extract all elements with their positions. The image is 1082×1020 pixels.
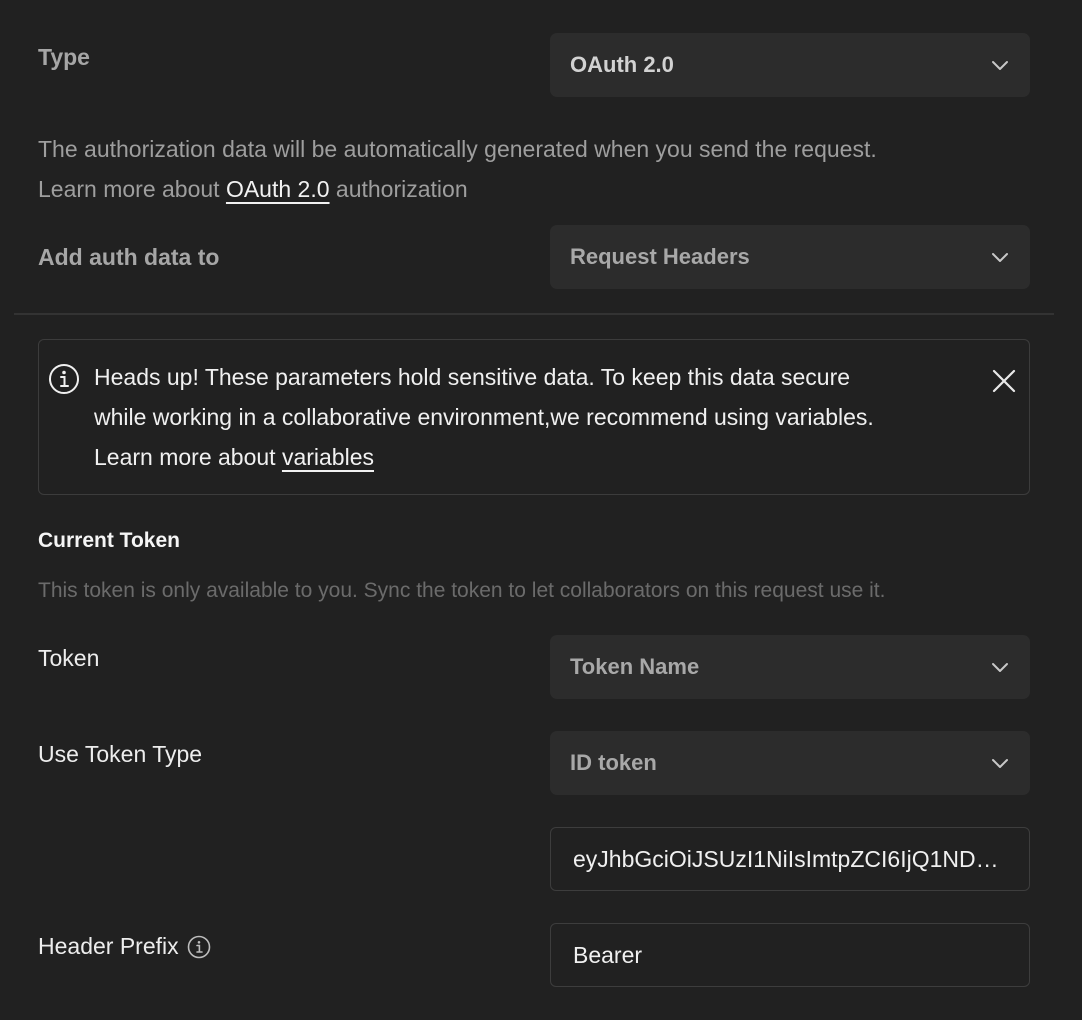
auth-description-line1: The authorization data will be automatic… (38, 136, 877, 162)
header-prefix-value: Bearer (573, 941, 643, 968)
variables-doc-link[interactable]: variables (282, 444, 374, 470)
learn-more-prefix: Learn more about (38, 176, 226, 202)
chevron-down-icon (992, 759, 1008, 768)
token-select-value: Token Name (570, 654, 700, 679)
add-auth-data-value: Request Headers (570, 244, 750, 269)
token-type-select[interactable]: ID token (550, 731, 1030, 795)
type-label: Type (38, 44, 90, 70)
token-label: Token (38, 645, 100, 671)
sensitive-data-alert: Heads up! These parameters hold sensitiv… (38, 339, 1030, 495)
add-auth-data-select[interactable]: Request Headers (550, 225, 1030, 289)
access-token-value: eyJhbGciOiJSUzI1NiIsImtpZCI6IjQ1NDE2NDk4… (573, 845, 1007, 872)
auth-description: The authorization data will be automatic… (38, 129, 877, 209)
access-token-field[interactable]: eyJhbGciOiJSUzI1NiIsImtpZCI6IjQ1NDE2NDk4… (550, 827, 1030, 891)
section-divider (14, 313, 1054, 315)
token-type-label: Use Token Type (38, 741, 203, 767)
alert-line3: Learn more about variables (94, 437, 874, 477)
token-select[interactable]: Token Name (550, 635, 1030, 699)
info-icon[interactable] (187, 935, 211, 959)
header-prefix-label: Header Prefix (38, 933, 179, 959)
type-select-value: OAuth 2.0 (570, 52, 674, 77)
oauth-auth-panel: Type OAuth 2.0 The authorization data wi… (0, 0, 1082, 1020)
header-prefix-label-group: Header Prefix (38, 933, 211, 960)
alert-line1: Heads up! These parameters hold sensitiv… (94, 364, 851, 390)
alert-message: Heads up! These parameters hold sensitiv… (94, 357, 874, 477)
close-icon[interactable] (991, 368, 1017, 394)
current-token-hint: This token is only available to you. Syn… (38, 579, 886, 602)
header-prefix-input[interactable]: Bearer (550, 923, 1030, 987)
learn-more-suffix: authorization (329, 176, 468, 202)
auth-description-line2: Learn more about OAuth 2.0 authorization (38, 169, 877, 209)
token-type-select-value: ID token (570, 750, 657, 775)
current-token-heading: Current Token (38, 529, 180, 552)
oauth-doc-link[interactable]: OAuth 2.0 (226, 176, 330, 202)
info-icon (49, 364, 79, 394)
chevron-down-icon (992, 253, 1008, 262)
type-select[interactable]: OAuth 2.0 (550, 33, 1030, 97)
chevron-down-icon (992, 61, 1008, 70)
alert-learn-more-prefix: Learn more about (94, 444, 282, 470)
add-auth-data-label: Add auth data to (38, 244, 220, 270)
alert-line2: while working in a collaborative environ… (94, 404, 874, 430)
chevron-down-icon (992, 663, 1008, 672)
